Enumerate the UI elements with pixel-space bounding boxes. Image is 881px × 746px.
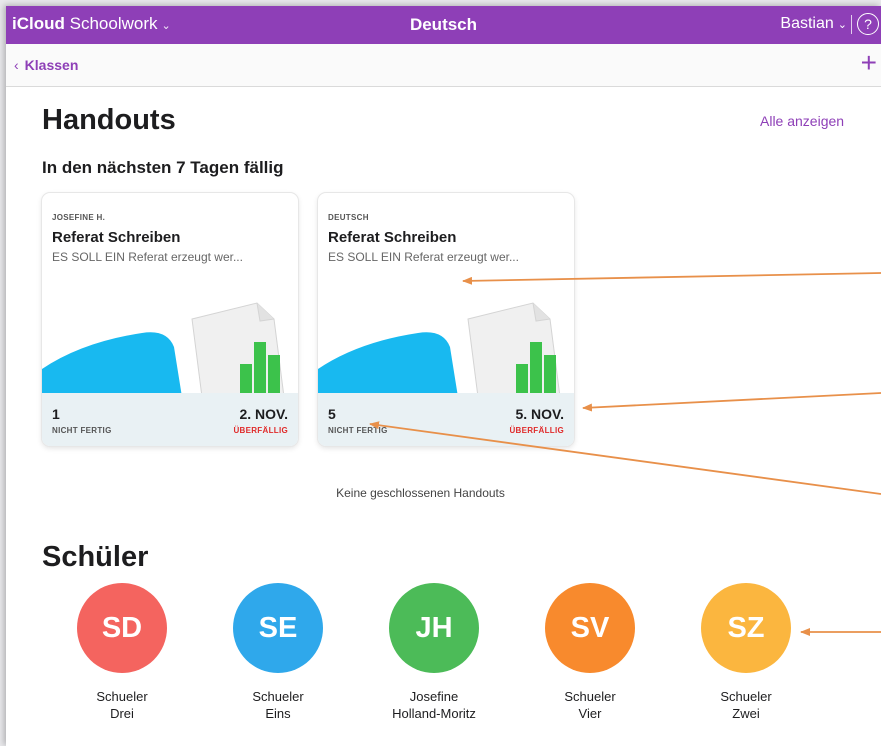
chevron-left-icon: ‹ bbox=[14, 57, 19, 73]
handout-illustration bbox=[42, 302, 285, 397]
card-subtitle: DEUTSCH bbox=[328, 213, 369, 222]
student-name: Schueler Drei bbox=[62, 688, 182, 722]
card-title: Referat Schreiben bbox=[52, 229, 181, 246]
help-icon[interactable]: ? bbox=[857, 13, 879, 35]
avatar: SV bbox=[545, 583, 635, 673]
not-done-count: 1 bbox=[52, 406, 60, 422]
card-title: Referat Schreiben bbox=[328, 229, 457, 246]
student-first-name: Schueler bbox=[564, 689, 616, 704]
avatar: SD bbox=[77, 583, 167, 673]
student-name: Schueler Vier bbox=[530, 688, 650, 722]
student-item[interactable]: SZ Schueler Zwei bbox=[686, 583, 806, 722]
student-last-name: Vier bbox=[578, 706, 602, 721]
student-item[interactable]: JH Josefine Holland-Moritz bbox=[374, 583, 494, 722]
numbers-document-icon bbox=[467, 302, 561, 397]
student-last-name: Drei bbox=[110, 706, 134, 721]
no-closed-handouts-text: Keine geschlossenen Handouts bbox=[336, 486, 505, 500]
annotation-arrow bbox=[582, 392, 881, 412]
student-last-name: Holland-Moritz bbox=[392, 706, 476, 721]
due-date: 5. NOV. bbox=[515, 406, 564, 422]
handout-card[interactable]: DEUTSCH Referat Schreiben ES SOLL EIN Re… bbox=[318, 193, 574, 446]
handout-illustration bbox=[318, 302, 561, 397]
back-label: Klassen bbox=[24, 57, 79, 73]
due-soon-heading: In den nächsten 7 Tagen fällig bbox=[42, 158, 284, 177]
not-done-label: NICHT FERTIG bbox=[328, 426, 388, 435]
class-title: Deutsch bbox=[409, 15, 478, 34]
student-last-name: Eins bbox=[265, 706, 291, 721]
avatar: SE bbox=[233, 583, 323, 673]
card-description: ES SOLL EIN Referat erzeugt wer... bbox=[52, 250, 243, 264]
student-first-name: Schueler bbox=[720, 689, 772, 704]
not-done-label: NICHT FERTIG bbox=[52, 426, 112, 435]
student-name: Schueler Zwei bbox=[686, 688, 806, 722]
top-bar: iCloud Schoolwork ⌄ Deutsch Bastian ⌄ ? bbox=[6, 6, 881, 44]
add-button[interactable]: + bbox=[861, 47, 877, 79]
student-first-name: Josefine bbox=[409, 689, 459, 704]
activity-shape bbox=[42, 332, 182, 397]
not-done-count: 5 bbox=[328, 406, 336, 422]
student-first-name: Schueler bbox=[252, 689, 304, 704]
card-footer: 1 NICHT FERTIG 2. NOV. ÜBERFÄLLIG bbox=[42, 393, 298, 446]
back-button[interactable]: ‹ Klassen bbox=[14, 57, 78, 73]
handout-card[interactable]: JOSEFINE H. Referat Schreiben ES SOLL EI… bbox=[42, 193, 298, 446]
divider bbox=[851, 15, 852, 34]
student-item[interactable]: SE Schueler Eins bbox=[218, 583, 338, 722]
student-item[interactable]: SD Schueler Drei bbox=[62, 583, 182, 722]
student-name: Schueler Eins bbox=[218, 688, 338, 722]
avatar: SZ bbox=[701, 583, 791, 673]
handouts-heading: Handouts bbox=[42, 104, 176, 136]
user-menu[interactable]: Bastian ⌄ bbox=[780, 15, 847, 33]
see-all-link[interactable]: Alle anzeigen bbox=[760, 113, 844, 129]
card-description: ES SOLL EIN Referat erzeugt wer... bbox=[328, 250, 519, 264]
activity-shape bbox=[318, 332, 458, 397]
due-date: 2. NOV. bbox=[239, 406, 288, 422]
overdue-badge: ÜBERFÄLLIG bbox=[233, 426, 288, 435]
nav-bar: ‹ Klassen + bbox=[6, 44, 881, 87]
student-first-name: Schueler bbox=[96, 689, 148, 704]
user-name: Bastian bbox=[780, 15, 834, 32]
card-subtitle: JOSEFINE H. bbox=[52, 213, 106, 222]
chevron-down-icon: ⌄ bbox=[837, 19, 847, 31]
numbers-document-icon bbox=[191, 302, 285, 397]
card-footer: 5 NICHT FERTIG 5. NOV. ÜBERFÄLLIG bbox=[318, 393, 574, 446]
overdue-badge: ÜBERFÄLLIG bbox=[509, 426, 564, 435]
student-last-name: Zwei bbox=[732, 706, 760, 721]
schoolwork-window: iCloud Schoolwork ⌄ Deutsch Bastian ⌄ ? ‹ K… bbox=[6, 6, 881, 746]
students-heading: Schüler bbox=[42, 541, 149, 573]
student-item[interactable]: SV Schueler Vier bbox=[530, 583, 650, 722]
avatar: JH bbox=[389, 583, 479, 673]
student-name: Josefine Holland-Moritz bbox=[374, 688, 494, 722]
